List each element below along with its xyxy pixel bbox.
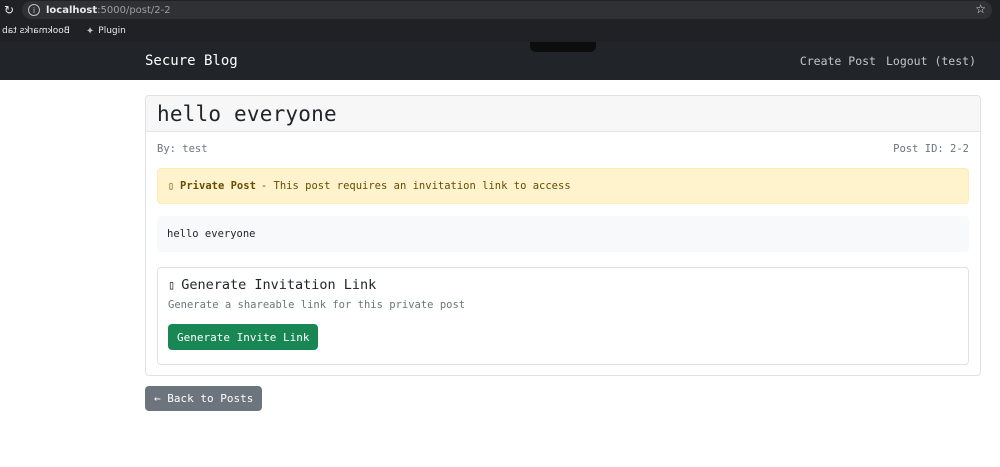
site-info-icon[interactable]: i <box>28 4 40 16</box>
post-content-text: hello everyone <box>167 228 256 240</box>
brand-link[interactable]: Secure Blog <box>145 42 238 80</box>
invite-subtitle: Generate a shareable link for this priva… <box>168 299 466 311</box>
nav-links: Create Post Logout (test) <box>800 42 976 80</box>
url-path: :5000/post/2-2 <box>97 4 171 16</box>
back-to-posts-button[interactable]: ← Back to Posts <box>145 386 263 411</box>
navbar: Secure Blog Create Post Logout (test) <box>0 42 1000 80</box>
private-post-alert: ▯ Private Post - This post requires an i… <box>157 168 969 204</box>
bookmark-label: Bookmarks tab <box>2 26 70 36</box>
reload-icon[interactable]: ↻ <box>2 2 16 18</box>
generate-invite-button[interactable]: Generate Invite Link <box>168 324 319 350</box>
invite-card: ▯ Generate Invitation Link Generate a sh… <box>157 267 969 365</box>
camera-notch <box>530 42 596 52</box>
address-bar[interactable]: i localhost :5000/post/2-2 <box>22 1 992 19</box>
lock-icon: ▯ <box>168 180 175 192</box>
logout-link[interactable]: Logout (test) <box>886 54 976 68</box>
post-meta: By: test Post ID: 2-2 <box>157 143 969 155</box>
post-title: hello everyone <box>157 101 337 126</box>
post-author: By: test <box>157 143 208 155</box>
plugin-icon: ✦ <box>85 25 95 37</box>
browser-topbar: ↻ i localhost :5000/post/2-2 ☆ <box>0 0 1000 20</box>
bookmark-star-icon[interactable]: ☆ <box>975 0 986 18</box>
bookmark-label: Plugin <box>98 26 126 36</box>
link-icon: ▯ <box>168 278 176 292</box>
invite-title-text: Generate Invitation Link <box>181 277 377 293</box>
private-post-label: Private Post <box>180 180 256 192</box>
bookmark-plugin[interactable]: ✦ Plugin <box>86 26 126 37</box>
post-content: hello everyone <box>157 216 969 252</box>
invite-title: ▯ Generate Invitation Link <box>168 277 376 293</box>
url-host: localhost <box>46 4 98 16</box>
post-card: hello everyone By: test Post ID: 2-2 ▯ P… <box>145 95 981 376</box>
post-card-header: hello everyone <box>146 96 980 132</box>
private-post-text: - This post requires an invitation link … <box>260 180 571 192</box>
create-post-link[interactable]: Create Post <box>800 54 876 68</box>
post-id: Post ID: 2-2 <box>893 143 969 155</box>
bookmarks-bar: Bookmarks tab ✦ Plugin <box>0 20 1000 42</box>
bookmark-item[interactable]: Bookmarks tab <box>2 26 70 36</box>
